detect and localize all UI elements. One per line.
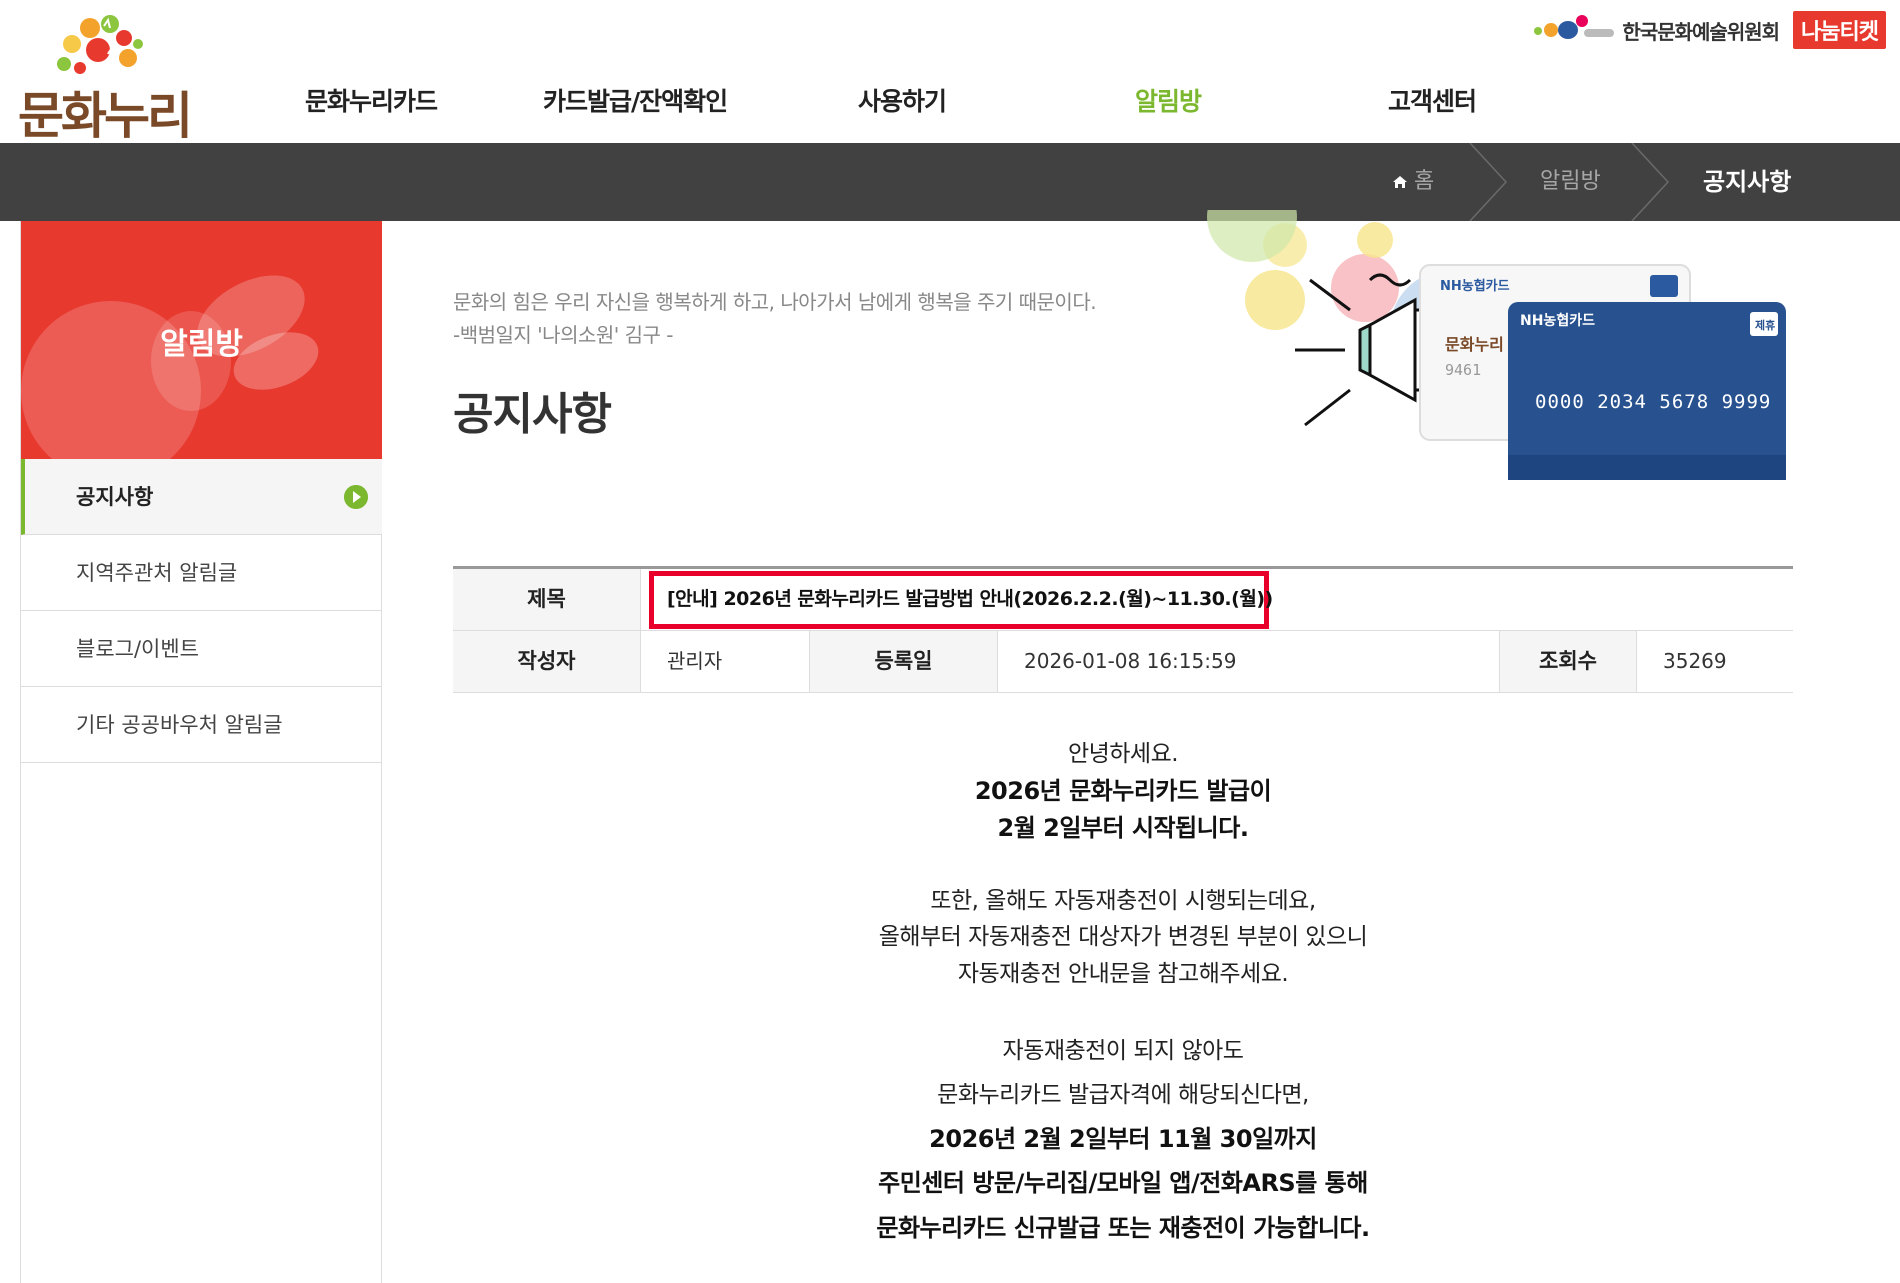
nav-item-card[interactable]: 문화누리카드 [305,82,438,118]
body-line: 2026년 2월 2일부터 11월 30일까지 [929,1125,1317,1153]
nav-item-customer-center[interactable]: 고객센터 [1388,82,1477,118]
page-title: 공지사항 [453,389,612,440]
body-line: 올해부터 자동재충전 대상자가 변경된 부분이 있으니 [878,924,1368,950]
top-right-links: 한국문화예술위원회 나눔티켓 [1534,10,1886,50]
sidebar-item-label: 공지사항 [76,485,154,509]
hero-card-number: 0000 2034 5678 9999 [1535,391,1771,413]
hero-graphic: NH농협카드 문화누리 9461 NH농협카드 제휴 0000 2034 567… [1207,172,1786,480]
post-author: 관리자 [640,631,809,692]
hero-illustration: NH농협카드 문화누리 9461 NH농협카드 제휴 0000 2034 567… [1190,172,1790,480]
body-line: 주민센터 방문/누리집/모바일 앱/전화ARS를 통해 [878,1169,1368,1197]
body-line: 안녕하세요. [1067,741,1179,767]
quote-author: -백범일지 '나의소원' 김구 - [453,323,674,347]
quote: 문화의 힘은 우리 자신을 행복하게 하고, 나아가서 남에게 행복을 주기 때… [453,286,1097,352]
nav-item-usage[interactable]: 사용하기 [858,82,947,118]
body-line: 자동재충전이 되지 않아도 [1002,1038,1244,1064]
hero-card-logo: 문화누리 [1445,335,1504,354]
post-title: [안내] 2026년 문화누리카드 발급방법 안내(2026.2.2.(월)~1… [667,588,1273,610]
sidebar-item-notice[interactable]: 공지사항 [21,459,382,535]
nav-item-notice-room[interactable]: 알림방 [1135,82,1202,118]
body-line: 문화누리카드 발급자격에 해당되신다면, [937,1082,1309,1108]
sidebar-menu: 공지사항 지역주관처 알림글 블로그/이벤트 기타 공공바우처 알림글 [21,459,382,763]
site-header: 문화누리 문화누리카드 카드발급/잔액확인 사용하기 알림방 고객센터 한국문화… [0,0,1900,145]
sidebar-header: 알림방 [21,221,382,459]
arrow-right-icon [344,485,368,509]
body-line: 자동재충전 안내문을 참고해주세요. [957,961,1289,987]
hero-card-brand: NH농협카드 [1440,278,1510,294]
arko-logo-icon [1534,15,1616,45]
logo-text: 문화누리 [18,87,193,145]
hero-card-brand-front: NH농협카드 [1520,313,1595,329]
svg-text:9461: 9461 [1445,361,1481,379]
quote-line: 문화의 힘은 우리 자신을 행복하게 하고, 나아가서 남에게 행복을 주기 때… [453,290,1097,314]
sidebar-item-label: 지역주관처 알림글 [76,561,238,585]
arko-name: 한국문화예술위원회 [1622,19,1780,44]
body-line: 2월 2일부터 시작됩니다. [997,814,1249,842]
logo-flower-icon [57,15,143,74]
body-line: 문화누리카드 신규발급 또는 재충전이 가능합니다. [876,1214,1370,1242]
label-author: 작성자 [453,631,640,692]
hero-card-badge: 제휴 [1755,318,1775,332]
post-date: 2026-01-08 16:15:59 [997,631,1499,692]
sidebar-item-label: 기타 공공바우처 알림글 [76,713,283,737]
sidebar-item-public-voucher[interactable]: 기타 공공바우처 알림글 [21,687,382,763]
body-line: 2026년 문화누리카드 발급이 [974,777,1272,805]
sidebar-item-regional[interactable]: 지역주관처 알림글 [21,535,382,611]
label-date: 등록일 [809,631,997,692]
post-views: 35269 [1636,631,1793,692]
label-title: 제목 [453,569,640,630]
sidebar-title: 알림방 [160,327,243,362]
sidebar-item-label: 블로그/이벤트 [76,637,199,661]
nanum-ticket-link[interactable]: 나눔티켓 [1793,11,1886,49]
home-icon [1393,176,1407,188]
table-row: 제목 [안내] 2026년 문화누리카드 발급방법 안내(2026.2.2.(월… [453,569,1793,631]
post-info-table: 제목 [안내] 2026년 문화누리카드 발급방법 안내(2026.2.2.(월… [453,566,1793,693]
nav-item-issue-balance[interactable]: 카드발급/잔액확인 [543,82,728,118]
sidebar: 알림방 공지사항 지역주관처 알림글 블로그/이벤트 기타 공공바우처 알림글 [20,221,382,1283]
table-row: 작성자 관리자 등록일 2026-01-08 16:15:59 조회수 3526… [453,631,1793,693]
sidebar-item-blog-event[interactable]: 블로그/이벤트 [21,611,382,687]
breadcrumb-home-label: 홈 [1414,169,1435,194]
label-views: 조회수 [1499,631,1636,692]
site-logo[interactable]: 문화누리 [18,14,193,145]
body-line: 또한, 올해도 자동재충전이 시행되는데요, [930,888,1316,914]
arko-link[interactable]: 한국문화예술위원회 [1534,15,1780,45]
